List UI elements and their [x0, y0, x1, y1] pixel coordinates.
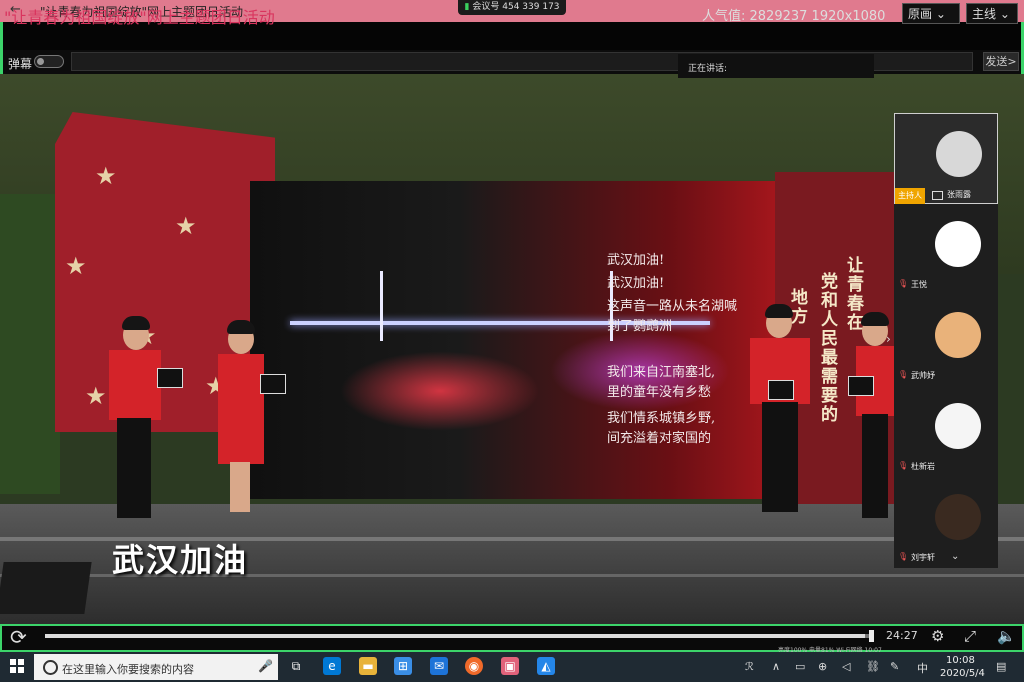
clock-date[interactable]: 2020/5/4 [940, 668, 985, 679]
windows-start-icon[interactable] [10, 659, 24, 673]
dark-photo-avatar [935, 494, 981, 540]
host-badge: 主持人 [895, 188, 925, 204]
poem-line: 我们来自江南塞北, [607, 365, 716, 380]
participant-tile[interactable]: 🎙 王悦 [894, 204, 998, 295]
meeting-app-icon[interactable]: ◭ [537, 657, 555, 675]
volume-icon[interactable]: 🔈 [997, 627, 1016, 645]
poem-line: 里的童年没有乡愁 [607, 385, 712, 400]
danmaku-toggle[interactable] [34, 55, 64, 68]
video-subtitle: 武汉加油 [112, 541, 249, 579]
settings-gear-icon[interactable]: ⚙ [931, 627, 944, 645]
participant-tile[interactable]: 主持人 张雨露 [894, 113, 998, 204]
participant-name: 武帅妤 [911, 371, 935, 380]
foliage-left [0, 194, 60, 494]
mic-off-icon: 🎙 [898, 461, 909, 470]
refresh-icon[interactable]: ⟳ [10, 625, 27, 649]
edge-icon[interactable]: e [323, 657, 341, 675]
poem-line: 武汉加油! [607, 253, 665, 268]
participant-name: 刘宇轩 [911, 553, 935, 562]
link-icon[interactable]: ⛓ [866, 660, 880, 673]
search-placeholder: 在这里输入你要搜索的内容 [62, 663, 194, 676]
poem-line: 间充溢着对家国的 [607, 431, 712, 446]
mic-off-icon: 🎙 [898, 552, 909, 561]
doctor-avatar [936, 131, 982, 177]
cat-avatar [935, 312, 981, 358]
time-label: 24:27 [886, 629, 918, 642]
panel-arrow-icon[interactable]: › [886, 332, 891, 346]
cortana-icon [43, 660, 58, 675]
slogan-text: 党和人民最需要的 [817, 272, 837, 424]
participant-name: 杜新岩 [911, 462, 935, 471]
clock-time[interactable]: 10:08 [946, 655, 975, 666]
network-icon[interactable]: ⊕ [818, 660, 827, 673]
line-select[interactable]: 主线 ⌄ [966, 3, 1018, 24]
meeting-id-pill[interactable]: ▮ 会议号 454 339 173 [458, 0, 566, 15]
file-explorer-icon[interactable]: ▬ [359, 657, 377, 675]
participant-tile[interactable]: 🎙 武帅妤 [894, 295, 998, 386]
poem-line: 武汉加油! [607, 276, 665, 291]
cartoon-avatar [935, 221, 981, 267]
tray-chevron-icon[interactable]: ∧ [772, 660, 780, 673]
mic-off-icon: 🎙 [898, 370, 909, 379]
chevron-down-icon[interactable]: ⌄ [951, 551, 959, 562]
participant-name: 王悦 [911, 280, 927, 289]
firefox-icon[interactable]: ◉ [465, 657, 483, 675]
participant-tile[interactable]: 🎙 杜新岩 [894, 386, 998, 477]
stage-speaker [0, 562, 92, 614]
ime-indicator[interactable]: 中 [917, 660, 928, 676]
stickman-avatar [935, 403, 981, 449]
live-title: "让青春为祖国绽放"网上主题团日活动 [4, 8, 275, 27]
poem-line: 到了鹦鹉洲 [607, 319, 673, 334]
progress-fill [45, 634, 865, 638]
danmaku-label: 弹幕 [8, 57, 33, 71]
battery-icon[interactable]: ▭ [795, 660, 805, 673]
participant-panel: 主持人 张雨露 🎙 王悦 🎙 武帅妤 🎙 杜新岩 🎙 刘宇轩 [894, 113, 998, 568]
poem-line: 我们情系城镇乡野, [607, 411, 716, 426]
participant-name: 张雨露 [947, 190, 971, 199]
notification-icon[interactable]: ▤ [996, 660, 1006, 673]
signal-icon: ▮ [464, 2, 470, 12]
participant-tile[interactable]: 🎙 刘宇轩 [894, 477, 998, 568]
pen-icon[interactable]: ✎ [890, 660, 899, 673]
speaking-popup: 正在讲话: [678, 54, 874, 78]
people-icon[interactable]: ℛ [745, 660, 754, 673]
progress-knob[interactable] [869, 630, 874, 642]
quality-select[interactable]: 原画 ⌄ [902, 3, 960, 24]
send-button[interactable]: 发送> [983, 52, 1019, 71]
mic-off-icon: 🎙 [898, 279, 909, 288]
volume-tray-icon[interactable]: ◁ [842, 660, 850, 673]
led-screen: 武汉加油! 武汉加油! 这声音一路从未名湖喊 到了鹦鹉洲 我们来自江南塞北, 里… [250, 181, 775, 499]
microphone-icon[interactable]: 🎤 [258, 659, 273, 673]
task-view-icon[interactable]: ⧉ [287, 657, 305, 675]
store-icon[interactable]: ⊞ [394, 657, 412, 675]
poem-line: 这声音一路从未名湖喊 [607, 299, 738, 314]
popularity-label: 人气值: 2829237 1920x1080 [702, 9, 886, 24]
bilibili-icon[interactable]: ▣ [501, 657, 519, 675]
screen-share-icon [932, 191, 943, 200]
fullscreen-icon[interactable]: ⤢ [964, 627, 976, 645]
mail-icon[interactable]: ✉ [430, 657, 448, 675]
progress-bar[interactable] [45, 634, 873, 638]
